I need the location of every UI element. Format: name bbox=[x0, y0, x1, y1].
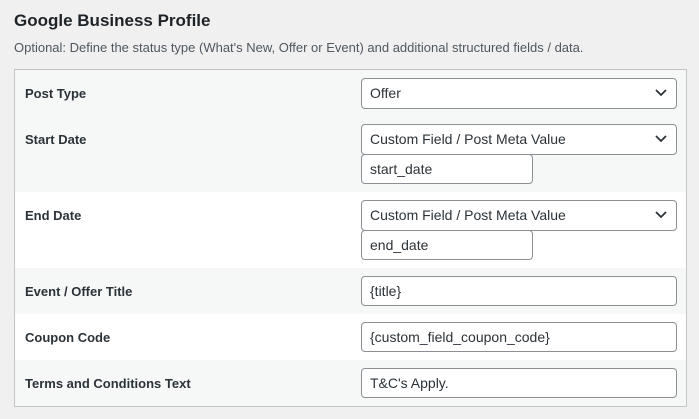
row-end-date: End Date Custom Field / Post Meta Value … bbox=[15, 192, 686, 268]
end-date-label: End Date bbox=[25, 208, 82, 223]
post-type-label: Post Type bbox=[25, 86, 87, 101]
settings-table: Post Type Offer Start Date Custom Field … bbox=[14, 69, 687, 407]
start-date-source-select[interactable]: Custom Field / Post Meta Value bbox=[361, 124, 677, 155]
coupon-code-label: Coupon Code bbox=[25, 330, 111, 345]
row-start-date: Start Date Custom Field / Post Meta Valu… bbox=[15, 116, 686, 192]
terms-value: T&C's Apply. bbox=[370, 375, 449, 391]
chevron-down-icon bbox=[655, 135, 667, 143]
row-event-title: Event / Offer Title {title} bbox=[15, 268, 686, 314]
terms-label: Terms and Conditions Text bbox=[25, 376, 191, 391]
end-date-meta-input[interactable]: end_date bbox=[361, 230, 533, 260]
post-type-value: Offer bbox=[370, 85, 401, 101]
chevron-down-icon bbox=[655, 211, 667, 219]
row-terms: Terms and Conditions Text T&C's Apply. bbox=[15, 360, 686, 406]
section-title: Google Business Profile bbox=[14, 11, 211, 30]
start-date-meta-value: start_date bbox=[370, 161, 433, 177]
coupon-code-input[interactable]: {custom_field_coupon_code} bbox=[361, 322, 677, 352]
start-date-label: Start Date bbox=[25, 132, 87, 147]
coupon-code-value: {custom_field_coupon_code} bbox=[370, 329, 550, 345]
section-description: Optional: Define the status type (What's… bbox=[14, 40, 584, 55]
end-date-source-value: Custom Field / Post Meta Value bbox=[370, 207, 566, 223]
end-date-source-select[interactable]: Custom Field / Post Meta Value bbox=[361, 200, 677, 231]
terms-input[interactable]: T&C's Apply. bbox=[361, 368, 677, 398]
event-title-input[interactable]: {title} bbox=[361, 276, 677, 306]
event-title-value: {title} bbox=[370, 283, 402, 299]
start-date-source-value: Custom Field / Post Meta Value bbox=[370, 131, 566, 147]
row-coupon-code: Coupon Code {custom_field_coupon_code} bbox=[15, 314, 686, 360]
row-post-type: Post Type Offer bbox=[15, 70, 686, 116]
post-type-select[interactable]: Offer bbox=[361, 78, 677, 109]
event-title-label: Event / Offer Title bbox=[25, 284, 133, 299]
start-date-meta-input[interactable]: start_date bbox=[361, 154, 533, 184]
end-date-meta-value: end_date bbox=[370, 237, 429, 253]
chevron-down-icon bbox=[655, 89, 667, 97]
